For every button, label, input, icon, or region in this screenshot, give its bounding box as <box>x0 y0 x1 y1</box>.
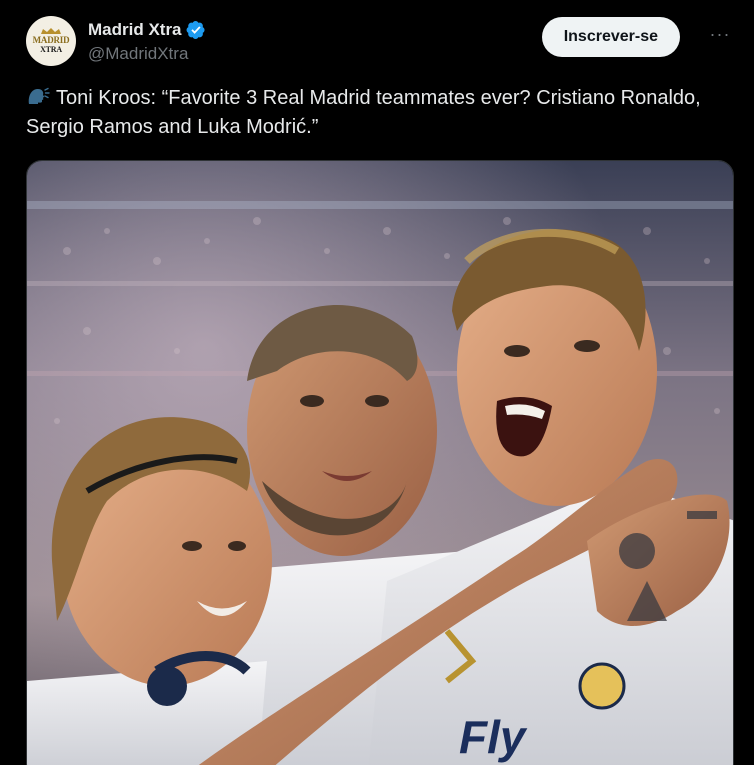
tweet-media-photo[interactable]: Fly <box>26 160 734 765</box>
tweet-text: Toni Kroos: “Favorite 3 Real Madrid team… <box>26 87 701 138</box>
verified-badge-icon[interactable] <box>186 20 206 40</box>
name-row: Madrid Xtra <box>88 18 206 42</box>
speaking-head-icon <box>28 87 50 104</box>
crown-icon <box>41 28 61 34</box>
avatar-text-top: MADRID <box>32 35 70 45</box>
tweet-card: MADRID XTRA Madrid Xtra @MadridXtra Insc… <box>0 0 754 765</box>
more-options-icon[interactable]: ··· <box>708 25 732 46</box>
author-handle[interactable]: @MadridXtra <box>88 44 206 64</box>
photo-illustration: Fly <box>27 161 733 765</box>
avatar-text-bottom: XTRA <box>40 45 62 54</box>
author-names: Madrid Xtra @MadridXtra <box>88 16 206 64</box>
avatar[interactable]: MADRID XTRA <box>26 16 76 66</box>
subscribe-button[interactable]: Inscrever-se <box>541 17 680 57</box>
author-display-name[interactable]: Madrid Xtra <box>88 20 182 40</box>
tweet-header: MADRID XTRA Madrid Xtra @MadridXtra Insc… <box>26 16 734 68</box>
tweet-body: Toni Kroos: “Favorite 3 Real Madrid team… <box>26 84 714 142</box>
jersey-sponsor-text: Fly <box>459 711 528 763</box>
